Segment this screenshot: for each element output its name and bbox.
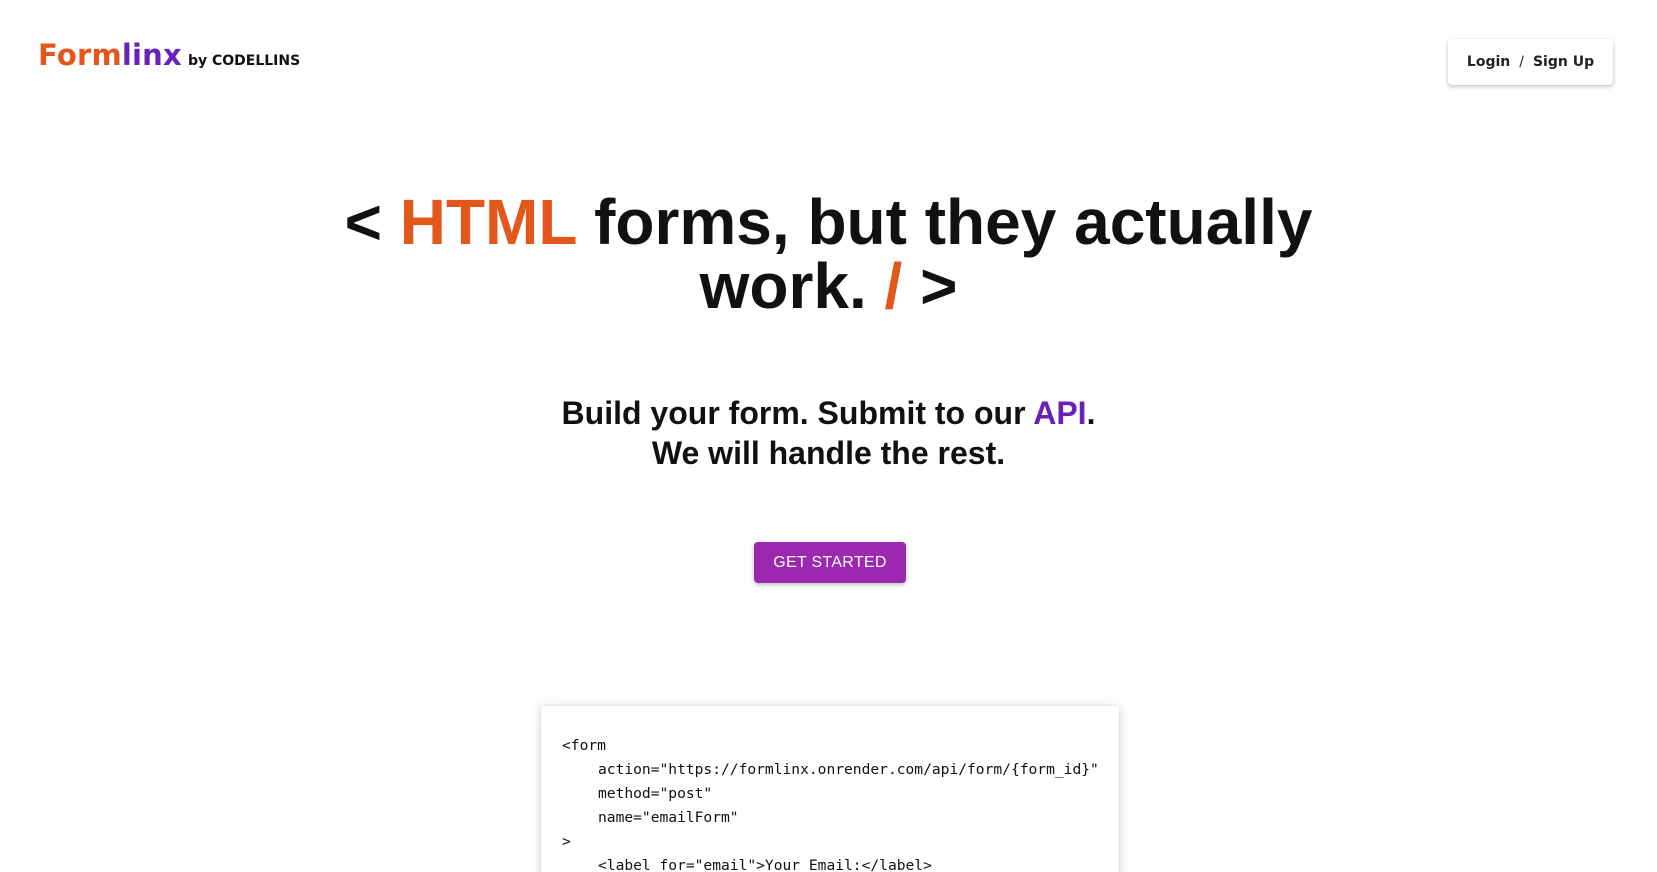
brand-name-form: Form [38,38,122,72]
get-started-button[interactable]: GET STARTED [754,542,906,583]
login-signup-button[interactable]: Login / Sign Up [1448,39,1613,85]
code-line: <label for="email">Your Email:</label> [598,857,932,872]
login-link[interactable]: Login [1467,54,1510,70]
hero-title-line-1: < HTML forms, but they actually [0,190,1657,254]
title-html-highlight: HTML [399,186,577,258]
code-line: > [562,833,571,850]
signup-link[interactable]: Sign Up [1533,54,1594,70]
landing-page: Form linx by CODELLINS Login / Sign Up < … [0,0,1657,872]
hero-subtitle: Build your form. Submit to our API. We w… [0,393,1657,473]
title-slash: / [884,250,903,322]
code-line: action="https://formlinx.onrender.com/ap… [598,761,1099,778]
code-line: <form [562,737,606,754]
hero-subtitle-line-1: Build your form. Submit to our API. [0,393,1657,433]
subtitle-api: API [1033,395,1087,431]
subtitle-pre: Build your form. Submit to our [561,395,1026,431]
brand-name-linx: linx [121,38,182,72]
title-close-bracket: > [920,250,958,322]
title-open-bracket: < [344,186,382,258]
hero-title: < HTML forms, but they actually work. / … [0,190,1657,318]
code-line: method="post" [598,785,713,802]
subtitle-period: . [1086,395,1096,431]
title-rest: forms, but they actually [594,186,1313,258]
brand-byline: by CODELLINS [187,53,301,69]
hero-title-line-2: work. / > [0,254,1657,318]
code-example-card: <form action="https://formlinx.onrender.… [541,706,1119,872]
hero-subtitle-line-2: We will handle the rest. [651,435,1006,471]
auth-separator: / [1519,54,1524,70]
code-line: name="emailForm" [598,809,739,826]
title-work: work. [699,250,867,322]
brand-logo[interactable]: Form linx by CODELLINS [38,38,300,72]
